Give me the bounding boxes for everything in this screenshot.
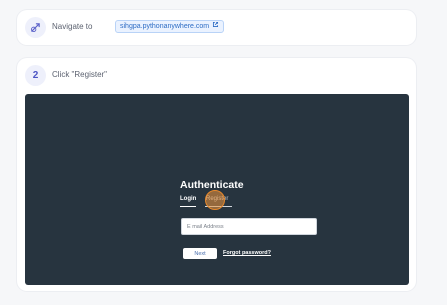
url-text: sihgpa.pythonanywhere.com xyxy=(120,23,210,30)
page-title: Authenticate xyxy=(180,179,244,191)
email-field[interactable]: E mail Address xyxy=(181,218,317,235)
forgot-password-link[interactable]: Forgot password? xyxy=(223,250,271,256)
step-2-card: 2 Click "Register" Authenticate Login Re… xyxy=(17,58,416,291)
step-1-card: Navigate to sihgpa.pythonanywhere.com xyxy=(17,10,416,45)
screenshot-panel: Authenticate Login Register E mail Addre… xyxy=(25,94,409,285)
tab-login[interactable]: Login xyxy=(180,196,196,202)
step-number-badge: 2 xyxy=(25,65,46,86)
step-1-label: Navigate to xyxy=(52,22,93,31)
url-link[interactable]: sihgpa.pythonanywhere.com xyxy=(115,20,225,33)
next-button[interactable]: Next xyxy=(183,248,217,259)
step-2-label: Click "Register" xyxy=(52,70,108,79)
click-indicator xyxy=(205,190,225,210)
external-link-icon xyxy=(212,20,219,33)
tab-login-underline xyxy=(180,206,196,207)
navigate-icon xyxy=(25,17,46,38)
